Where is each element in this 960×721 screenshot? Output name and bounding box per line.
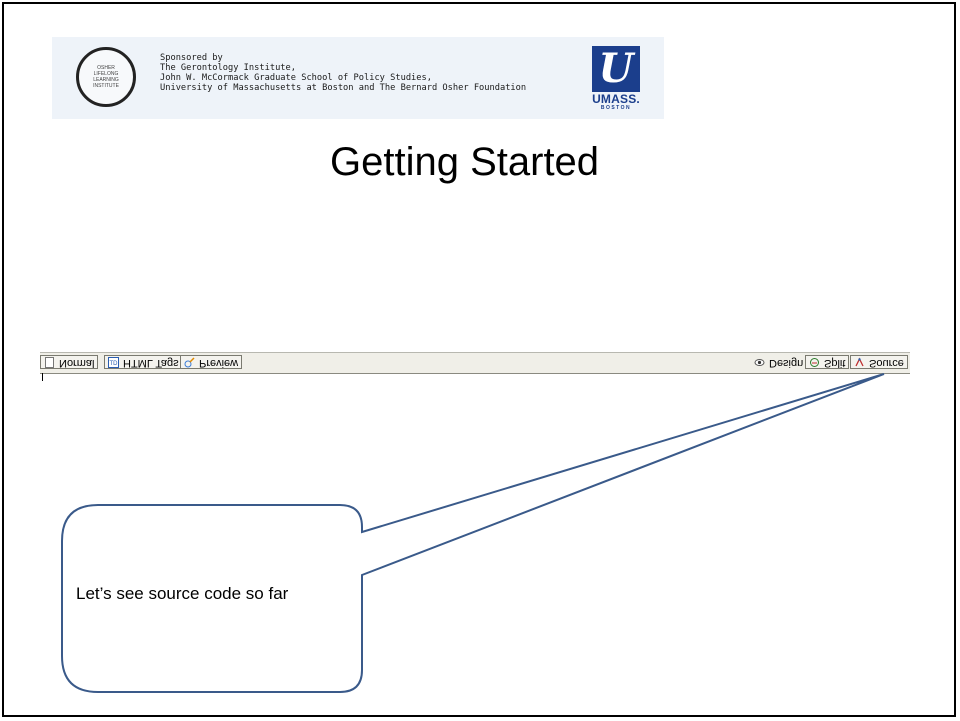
callout-bubble — [61, 373, 885, 693]
callout-shape — [61, 373, 885, 693]
callout-text: Let’s see source code so far — [76, 584, 289, 603]
